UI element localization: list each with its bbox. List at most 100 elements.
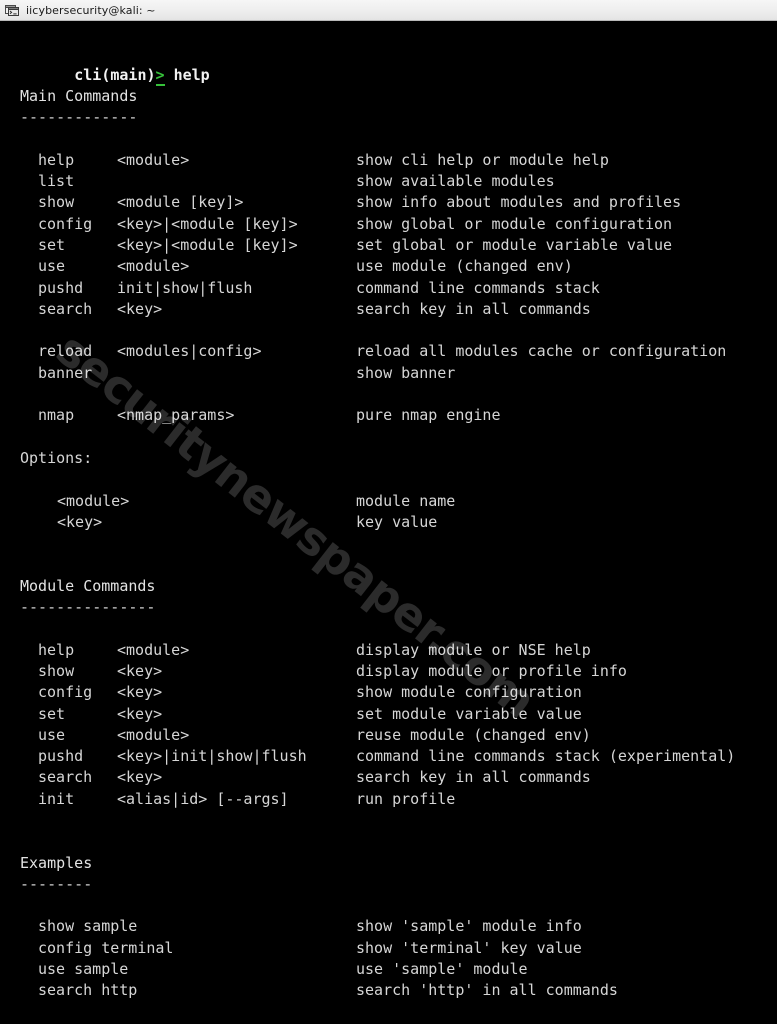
example-row: use sample use 'sample' module xyxy=(0,959,777,980)
command-desc: show info about modules and profiles xyxy=(356,193,682,212)
command-name: set xyxy=(38,704,66,723)
command-desc: command line commands stack xyxy=(356,278,600,297)
command-args: <key> xyxy=(117,299,163,318)
command-desc: command line commands stack (experimenta… xyxy=(356,747,736,766)
command-name: list xyxy=(38,172,75,191)
examples-rule: -------- xyxy=(20,874,93,893)
command-args: init|show|flush xyxy=(117,278,253,297)
example-command: search http xyxy=(38,981,138,1000)
option-row: <key> key value xyxy=(0,512,777,533)
command-desc: show module configuration xyxy=(356,683,582,702)
command-name: init xyxy=(38,789,75,808)
example-command: show sample xyxy=(38,917,138,936)
example-desc: use 'sample' module xyxy=(356,960,528,979)
command-name: config xyxy=(38,214,93,233)
command-name: nmap xyxy=(38,406,75,425)
option-name: <module> xyxy=(57,491,130,510)
window-title: iicybersecurity@kali: ~ xyxy=(26,3,156,17)
command-args: <module> xyxy=(117,640,190,659)
command-desc: show cli help or module help xyxy=(356,150,609,169)
active-prompt-line[interactable]: cli(main)> xyxy=(2,1000,166,1024)
command-row: show <module [key]> show info about modu… xyxy=(0,192,777,213)
command-args: <nmap_params> xyxy=(117,406,235,425)
command-desc: display module or profile info xyxy=(356,661,627,680)
command-desc: show available modules xyxy=(356,172,555,191)
command-row: banner show banner xyxy=(0,363,777,384)
active-prompt-bar[interactable]: cli(main)> xyxy=(0,1000,777,1024)
command-name: use xyxy=(38,725,66,744)
command-row: set <key> set module variable value xyxy=(0,704,777,725)
options-heading: Options: xyxy=(20,448,93,467)
example-desc: search 'http' in all commands xyxy=(356,981,618,1000)
command-row: help <module> display module or NSE help xyxy=(0,640,777,661)
command-name: show xyxy=(38,193,75,212)
command-row: pushd init|show|flush command line comma… xyxy=(0,278,777,299)
command-name: pushd xyxy=(38,278,84,297)
command-desc: run profile xyxy=(356,789,456,808)
option-name: <key> xyxy=(57,512,103,531)
command-name: pushd xyxy=(38,747,84,766)
command-desc: use module (changed env) xyxy=(356,257,573,276)
command-name: banner xyxy=(38,363,93,382)
command-row: init <alias|id> [--args] run profile xyxy=(0,789,777,810)
command-row: set <key>|<module [key]> set global or m… xyxy=(0,235,777,256)
command-args: <alias|id> [--args] xyxy=(117,789,289,808)
command-name: help xyxy=(38,640,75,659)
command-name: use xyxy=(38,257,66,276)
main-commands-heading: Main Commands xyxy=(20,86,138,105)
command-row: use <module> use module (changed env) xyxy=(0,256,777,277)
main-commands-rule: ------------- xyxy=(20,108,138,127)
command-desc: reuse module (changed env) xyxy=(356,725,591,744)
command-args: <key> xyxy=(117,704,163,723)
command-args: <key> xyxy=(117,683,163,702)
command-desc: display module or NSE help xyxy=(356,640,591,659)
option-desc: module name xyxy=(356,491,456,510)
command-desc: set global or module variable value xyxy=(356,235,673,254)
command-name: show xyxy=(38,661,75,680)
command-name: help xyxy=(38,150,75,169)
example-row: show sample show 'sample' module info xyxy=(0,916,777,937)
option-desc: key value xyxy=(356,512,438,531)
example-desc: show 'sample' module info xyxy=(356,917,582,936)
terminal-output-area[interactable]: cli(main)> help Main Commands ----------… xyxy=(0,22,777,1000)
command-args: <key>|init|show|flush xyxy=(117,747,307,766)
command-name: set xyxy=(38,235,66,254)
examples-heading: Examples xyxy=(20,853,93,872)
option-row: <module> module name xyxy=(0,491,777,512)
command-row: list show available modules xyxy=(0,171,777,192)
command-desc: show banner xyxy=(356,363,456,382)
command-row: search <key> search key in all commands xyxy=(0,767,777,788)
command-name: config xyxy=(38,683,93,702)
command-row: nmap <nmap_params> pure nmap engine xyxy=(0,405,777,426)
example-row: config terminal show 'terminal' key valu… xyxy=(0,938,777,959)
command-args: <module [key]> xyxy=(117,193,244,212)
command-args: <key>|<module [key]> xyxy=(117,235,298,254)
command-name: search xyxy=(38,299,93,318)
command-args: <module> xyxy=(117,150,190,169)
command-row: search <key> search key in all commands xyxy=(0,299,777,320)
command-name: reload xyxy=(38,342,93,361)
command-row: reload <modules|config> reload all modul… xyxy=(0,341,777,362)
command-row: pushd <key>|init|show|flush command line… xyxy=(0,746,777,767)
command-args: <module> xyxy=(117,725,190,744)
terminal-window-icon xyxy=(5,5,19,16)
command-row: config <key> show module configuration xyxy=(0,682,777,703)
window-titlebar: iicybersecurity@kali: ~ xyxy=(0,0,777,21)
example-command: config terminal xyxy=(38,938,174,957)
command-desc: search key in all commands xyxy=(356,299,591,318)
module-commands-rule: --------------- xyxy=(20,598,156,617)
command-args: <key> xyxy=(117,768,163,787)
command-args: <key>|<module [key]> xyxy=(117,214,298,233)
command-row: use <module> reuse module (changed env) xyxy=(0,725,777,746)
